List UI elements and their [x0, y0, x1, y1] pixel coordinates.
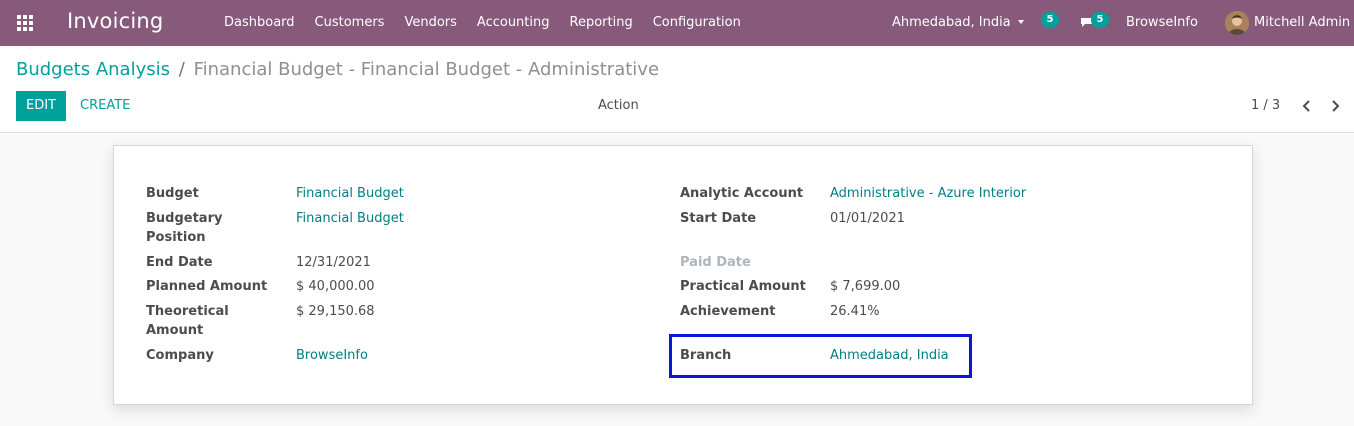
apps-menu-icon[interactable] [17, 15, 33, 31]
analytic-account-value[interactable]: Administrative - Azure Interior [830, 184, 1026, 203]
menu-item-configuration[interactable]: Configuration [643, 0, 751, 46]
edit-button[interactable]: EDIT [16, 91, 66, 121]
message-badge[interactable]: 5 [1091, 12, 1109, 28]
practical-amount-value: $ 7,699.00 [830, 279, 901, 294]
branch-highlight-box [669, 334, 972, 378]
breadcrumb-parent-link[interactable]: Budgets Analysis [16, 59, 170, 80]
breadcrumb: Budgets Analysis / Financial Budget - Fi… [16, 59, 659, 80]
pager-previous-icon[interactable] [1301, 100, 1313, 112]
caret-down-icon [1017, 20, 1024, 24]
company-label: Company [146, 348, 214, 363]
control-panel: Budgets Analysis / Financial Budget - Fi… [0, 46, 1354, 133]
theoretical-amount-label: Theoretical Amount [146, 304, 229, 338]
branch-switcher[interactable]: Ahmedabad, India [892, 15, 1024, 30]
breadcrumb-separator: / [178, 59, 185, 80]
company-value[interactable]: BrowseInfo [296, 346, 368, 365]
pager-value[interactable]: 1 / 3 [1251, 91, 1280, 121]
avatar-image-icon [1225, 11, 1249, 35]
create-button[interactable]: CREATE [80, 91, 130, 121]
end-date-label: End Date [146, 255, 213, 270]
end-date-value: 12/31/2021 [296, 255, 371, 270]
menu-item-accounting[interactable]: Accounting [467, 0, 560, 46]
menu-item-dashboard[interactable]: Dashboard [214, 0, 305, 46]
company-switcher[interactable]: BrowseInfo [1126, 15, 1198, 30]
theoretical-amount-value: $ 29,150.68 [296, 304, 375, 319]
budgetary-position-label: Budgetary Position [146, 211, 223, 245]
main-menu: Dashboard Customers Vendors Accounting R… [214, 0, 751, 46]
start-date-value: 01/01/2021 [830, 211, 905, 226]
budget-value[interactable]: Financial Budget [296, 184, 404, 203]
user-avatar[interactable] [1225, 11, 1249, 35]
action-dropdown[interactable]: Action [598, 91, 639, 121]
menu-item-vendors[interactable]: Vendors [394, 0, 466, 46]
branch-switcher-label: Ahmedabad, India [892, 15, 1011, 30]
pager-next-icon[interactable] [1329, 100, 1341, 112]
analytic-account-label: Analytic Account [680, 186, 804, 201]
budgetary-position-value[interactable]: Financial Budget [296, 209, 404, 228]
breadcrumb-current: Financial Budget - Financial Budget - Ad… [193, 59, 660, 80]
budget-label: Budget [146, 186, 199, 201]
app-name[interactable]: Invoicing [67, 9, 163, 33]
menu-item-customers[interactable]: Customers [305, 0, 395, 46]
paid-date-label: Paid Date [680, 255, 751, 270]
achievement-value: 26.41% [830, 304, 880, 319]
activity-badge[interactable]: 5 [1041, 12, 1059, 28]
planned-amount-value: $ 40,000.00 [296, 279, 375, 294]
planned-amount-label: Planned Amount [146, 279, 268, 294]
user-menu[interactable]: Mitchell Admin [1254, 15, 1350, 30]
start-date-label: Start Date [680, 211, 757, 226]
achievement-label: Achievement [680, 304, 776, 319]
menu-item-reporting[interactable]: Reporting [560, 0, 643, 46]
practical-amount-label: Practical Amount [680, 279, 806, 294]
top-navbar: Invoicing Dashboard Customers Vendors Ac… [0, 0, 1354, 46]
